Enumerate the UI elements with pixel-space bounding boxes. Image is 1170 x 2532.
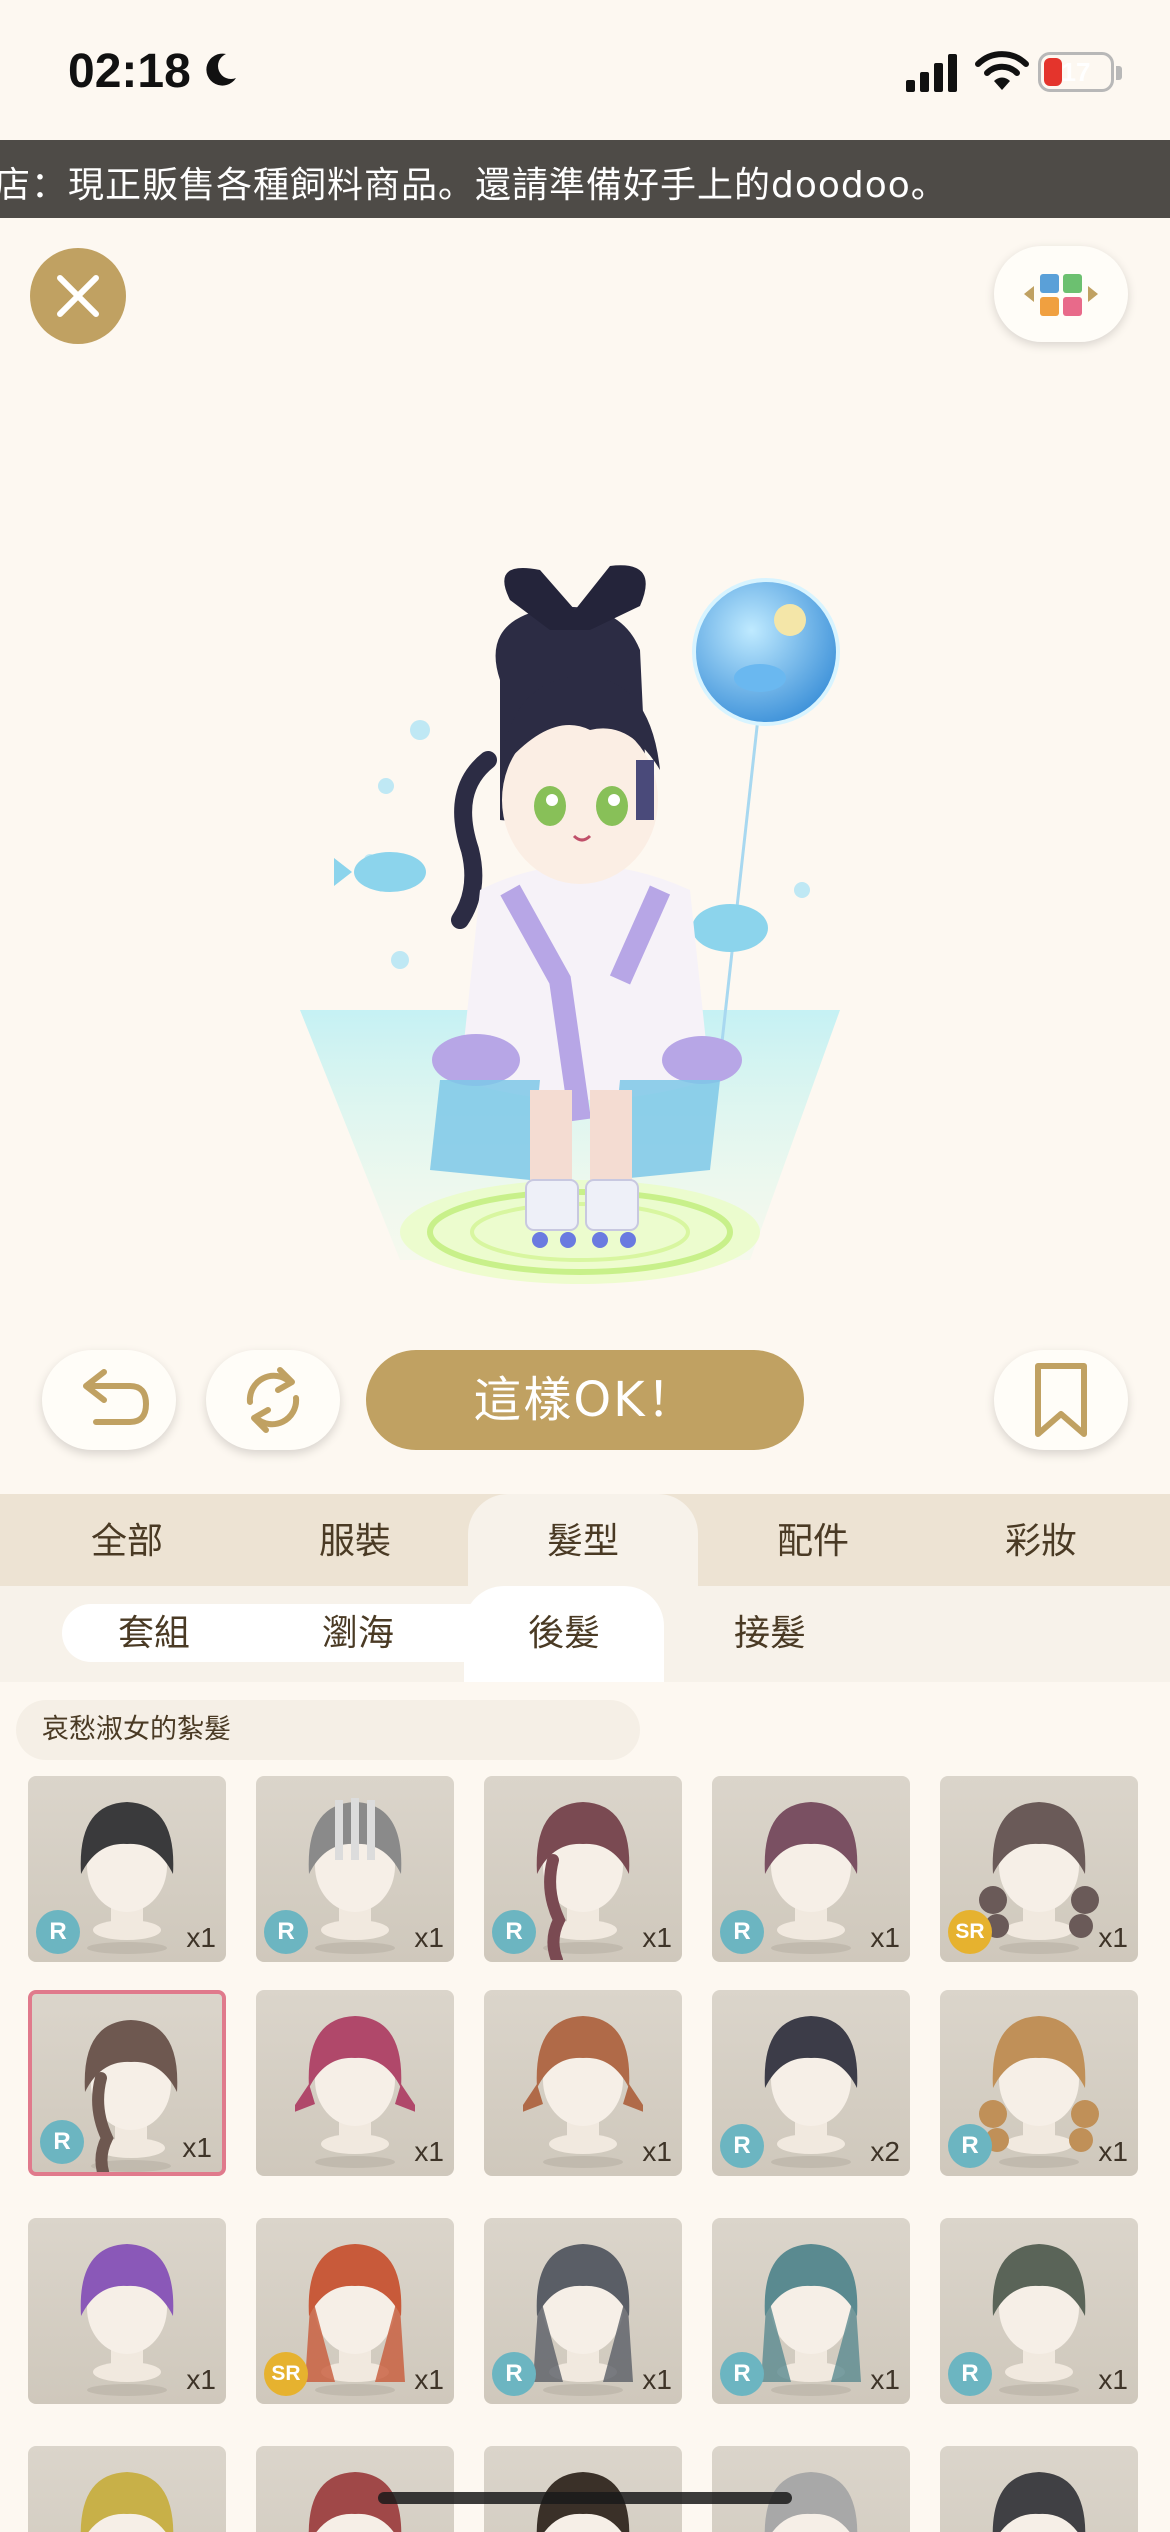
hair-item[interactable] (712, 2446, 910, 2532)
item-grid[interactable]: Rx1 Rx1 Rx1 R x1 SR x1 R x1 x1 x1 R x2 R… (0, 1776, 1170, 2532)
item-quantity: x1 (186, 2364, 216, 2395)
hair-item[interactable] (940, 2446, 1138, 2532)
tab-clothing[interactable]: 服裝 (240, 1494, 470, 1586)
hair-item[interactable]: Rx1 (256, 1776, 454, 1962)
item-quantity: x1 (1098, 2364, 1128, 2395)
rarity-badge: R (720, 2124, 764, 2168)
hair-thumbnail (764, 1802, 858, 1954)
item-quantity: x1 (414, 2364, 444, 2395)
confirm-ok-button[interactable]: 這樣OK！ (366, 1350, 804, 1450)
hair-item[interactable]: Rx1 (940, 1990, 1138, 2176)
hair-item[interactable]: Rx2 (712, 1990, 910, 2176)
signal-icon (906, 54, 957, 92)
item-quantity: x2 (870, 2136, 900, 2167)
rarity-badge: R (948, 2352, 992, 2396)
tab-hairstyle[interactable]: 髮型 (468, 1494, 698, 1586)
hair-item[interactable]: Rx1 (28, 1990, 226, 2176)
undo-icon (83, 1369, 150, 1425)
avatar-preview (300, 565, 840, 1284)
hair-thumbnail (305, 2244, 405, 2396)
palette-button[interactable] (994, 246, 1128, 342)
battery-level: 17 (1061, 57, 1091, 87)
hair-item[interactable]: SR x1 (940, 1776, 1138, 1962)
rarity-badge: SR (948, 1910, 992, 1954)
hair-thumbnail (979, 2016, 1099, 2168)
hair-item[interactable]: Rx1 (712, 2218, 910, 2404)
rarity-badge: SR (264, 2352, 308, 2396)
hair-item[interactable]: Rx1 (484, 2218, 682, 2404)
item-quantity: x1 (1098, 2136, 1128, 2167)
item-quantity: x1 (186, 1922, 216, 1953)
hair-item[interactable]: Rx1 (484, 1776, 682, 1962)
tab-makeup[interactable]: 彩妝 (926, 1494, 1156, 1586)
rarity-badge: R (492, 2352, 536, 2396)
hair-item[interactable]: Rx1 (712, 1776, 910, 1962)
shuffle-icon (246, 1367, 300, 1433)
moon-icon (206, 53, 236, 86)
rarity-badge: R (720, 2352, 764, 2396)
hair-thumbnail (80, 2244, 174, 2396)
bookmark-icon (1035, 1363, 1087, 1437)
hair-thumbnail (80, 2472, 174, 2532)
subtab-back-hair[interactable]: 後髮 (464, 1586, 664, 1682)
status-bar: 02:18 17 (0, 0, 1170, 140)
tab-all[interactable]: 全部 (12, 1494, 242, 1586)
hair-thumbnail (761, 2244, 861, 2396)
hair-item[interactable]: x1 (256, 1990, 454, 2176)
hair-item[interactable] (256, 2446, 454, 2532)
subcategory-tab-bar: 套組 瀏海 後髮 接髮 (0, 1586, 1170, 1682)
hair-thumbnail (80, 1802, 174, 1954)
hair-thumbnail (992, 2244, 1086, 2396)
item-quantity: x1 (642, 2364, 672, 2395)
item-quantity: x1 (414, 1922, 444, 1953)
item-quantity: x1 (414, 2136, 444, 2167)
subtab-bangs[interactable]: 瀏海 (258, 1586, 458, 1682)
status-time: 02:18 (68, 45, 191, 98)
hair-item[interactable]: Rx1 (940, 2218, 1138, 2404)
hair-thumbnail (536, 1802, 630, 1960)
item-quantity: x1 (870, 2364, 900, 2395)
palette-icon (1024, 274, 1098, 316)
hair-item[interactable]: Rx1 (28, 1776, 226, 1962)
rarity-badge: R (40, 2120, 84, 2164)
rarity-badge: R (36, 1910, 80, 1954)
rarity-badge: R (492, 1910, 536, 1954)
hair-thumbnail (84, 2020, 178, 2172)
hair-item[interactable]: x1 (28, 2218, 226, 2404)
category-tab-bar: 全部 服裝 髮型 配件 彩妝 (0, 1494, 1170, 1586)
bookmark-button[interactable] (994, 1350, 1128, 1450)
wifi-icon (975, 51, 1029, 90)
hair-thumbnail (764, 2016, 858, 2168)
hair-item[interactable]: SR x1 (256, 2218, 454, 2404)
hair-thumbnail (979, 1802, 1099, 1954)
tab-accessories[interactable]: 配件 (698, 1494, 928, 1586)
selected-item-name: 哀愁淑女的紮髮 (16, 1700, 640, 1760)
subtab-set[interactable]: 套組 (54, 1586, 254, 1682)
home-indicator (378, 2492, 792, 2504)
undo-button[interactable] (42, 1350, 176, 1450)
hair-thumbnail (992, 2472, 1086, 2532)
item-quantity: x1 (870, 1922, 900, 1953)
rarity-badge: R (948, 2124, 992, 2168)
news-ticker: 店：現正販售各種飼料商品。還請準備好手上的doodoo。 (0, 140, 1170, 218)
ticker-text: 店：現正販售各種飼料商品。還請準備好手上的doodoo。 (0, 165, 948, 206)
close-button[interactable] (30, 248, 126, 344)
hair-thumbnail (533, 2244, 633, 2396)
subtab-extensions[interactable]: 接髮 (670, 1586, 870, 1682)
item-quantity: x1 (1098, 1922, 1128, 1953)
hair-item[interactable]: x1 (484, 1990, 682, 2176)
battery-icon: 17 (1038, 52, 1114, 92)
item-quantity: x1 (182, 2132, 212, 2163)
hair-thumbnail (295, 2016, 415, 2168)
close-icon (57, 275, 99, 317)
item-quantity: x1 (642, 2136, 672, 2167)
rarity-badge: R (264, 1910, 308, 1954)
hair-item[interactable] (484, 2446, 682, 2532)
item-quantity: x1 (642, 1922, 672, 1953)
hair-thumbnail (308, 1798, 402, 1954)
rarity-badge: R (720, 1910, 764, 1954)
hair-thumbnail (523, 2016, 643, 2168)
shuffle-button[interactable] (206, 1350, 340, 1450)
hair-item[interactable] (28, 2446, 226, 2532)
